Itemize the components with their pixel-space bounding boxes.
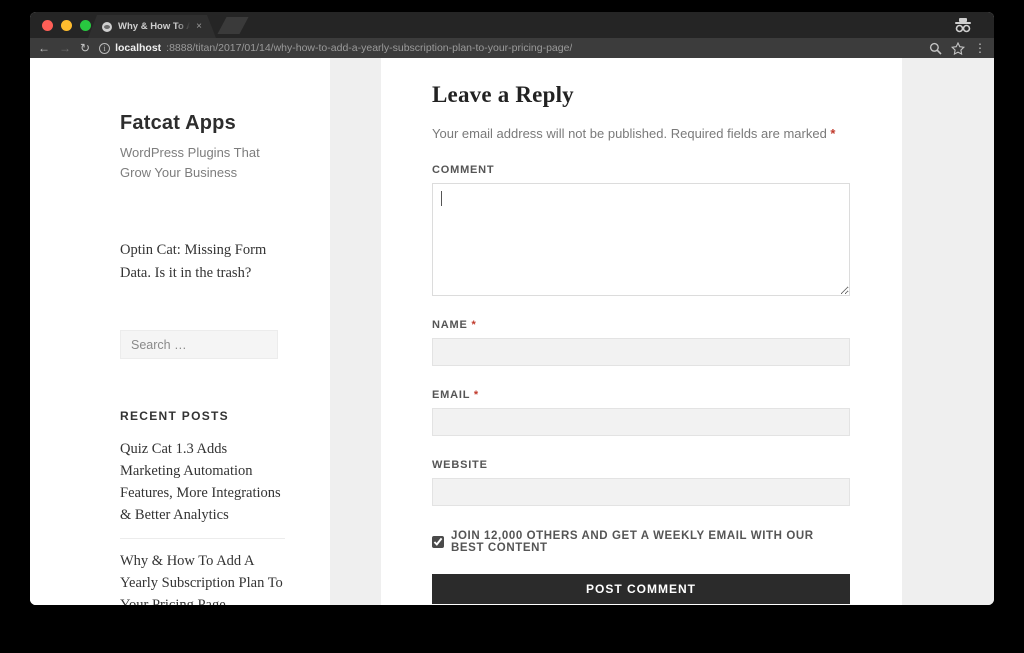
sidebar-nav-link[interactable]: Optin Cat: Missing Form Data. Is it in t… bbox=[120, 239, 282, 284]
bookmark-star-icon[interactable] bbox=[951, 42, 965, 55]
tab-close-icon[interactable]: × bbox=[196, 22, 202, 32]
recent-posts-heading: RECENT POSTS bbox=[120, 409, 290, 423]
window-minimize-button[interactable] bbox=[61, 20, 72, 31]
newsletter-checkbox[interactable] bbox=[432, 536, 444, 548]
name-field[interactable] bbox=[432, 338, 850, 366]
comment-section: Leave a Reply Your email address will no… bbox=[381, 58, 902, 605]
form-notice: Your email address will not be published… bbox=[432, 126, 850, 141]
url-path: :8888/titan/2017/01/14/why-how-to-add-a-… bbox=[166, 42, 572, 54]
search-input[interactable] bbox=[120, 330, 278, 359]
email-field[interactable] bbox=[432, 408, 850, 436]
reload-icon[interactable]: ↻ bbox=[80, 42, 90, 54]
sidebar: Fatcat Apps WordPress Plugins That Grow … bbox=[30, 58, 330, 605]
comment-field-wrap bbox=[432, 183, 850, 296]
menu-dots-icon[interactable]: ⋮ bbox=[974, 42, 986, 54]
newsletter-row: JOIN 12,000 OTHERS AND GET A WEEKLY EMAI… bbox=[432, 530, 850, 554]
forward-icon: → bbox=[59, 42, 71, 54]
site-info-icon[interactable]: i bbox=[99, 43, 110, 54]
url-host: localhost bbox=[115, 42, 161, 54]
comment-label: COMMENT bbox=[432, 164, 850, 176]
recent-post-link[interactable]: Quiz Cat 1.3 Adds Marketing Automation F… bbox=[120, 438, 285, 526]
form-notice-text: Your email address will not be published… bbox=[432, 126, 827, 141]
newsletter-label: JOIN 12,000 OTHERS AND GET A WEEKLY EMAI… bbox=[451, 530, 850, 554]
window-controls bbox=[42, 20, 91, 31]
email-label: EMAIL * bbox=[432, 389, 850, 401]
email-label-text: EMAIL bbox=[432, 389, 470, 401]
browser-toolbar: ← → ↻ i localhost :8888/titan/2017/01/14… bbox=[30, 38, 994, 58]
reply-heading: Leave a Reply bbox=[432, 82, 850, 108]
divider bbox=[120, 538, 285, 539]
address-bar[interactable]: i localhost :8888/titan/2017/01/14/why-h… bbox=[99, 42, 920, 54]
toolbar-actions: ⋮ bbox=[929, 42, 986, 55]
name-label-text: NAME bbox=[432, 319, 468, 331]
name-label: NAME * bbox=[432, 319, 850, 331]
page-viewport: Fatcat Apps WordPress Plugins That Grow … bbox=[30, 58, 994, 605]
tab-title: Why & How To Add A Yearly S bbox=[118, 21, 190, 32]
site-title[interactable]: Fatcat Apps bbox=[120, 112, 290, 135]
browser-window: Why & How To Add A Yearly S × ← → ↻ i lo… bbox=[30, 12, 994, 605]
zoom-icon[interactable] bbox=[929, 42, 942, 55]
browser-tab[interactable]: Why & How To Add A Yearly S × bbox=[88, 15, 216, 38]
website-label: WEBSITE bbox=[432, 459, 850, 471]
site-tagline: WordPress Plugins That Grow Your Busines… bbox=[120, 143, 270, 183]
new-tab-button[interactable] bbox=[217, 17, 248, 34]
post-comment-button[interactable]: POST COMMENT bbox=[432, 574, 850, 604]
tab-strip: Why & How To Add A Yearly S × bbox=[30, 12, 994, 38]
website-field[interactable] bbox=[432, 478, 850, 506]
text-caret bbox=[441, 191, 442, 206]
window-close-button[interactable] bbox=[42, 20, 53, 31]
recent-post-link[interactable]: Why & How To Add A Yearly Subscription P… bbox=[120, 550, 285, 605]
back-icon[interactable]: ← bbox=[38, 42, 50, 54]
required-asterisk: * bbox=[830, 126, 835, 141]
window-maximize-button[interactable] bbox=[80, 20, 91, 31]
required-asterisk: * bbox=[471, 319, 476, 331]
incognito-icon bbox=[954, 17, 972, 33]
required-asterisk: * bbox=[474, 389, 479, 401]
comment-textarea[interactable] bbox=[432, 183, 850, 296]
site-favicon-icon bbox=[102, 22, 112, 32]
